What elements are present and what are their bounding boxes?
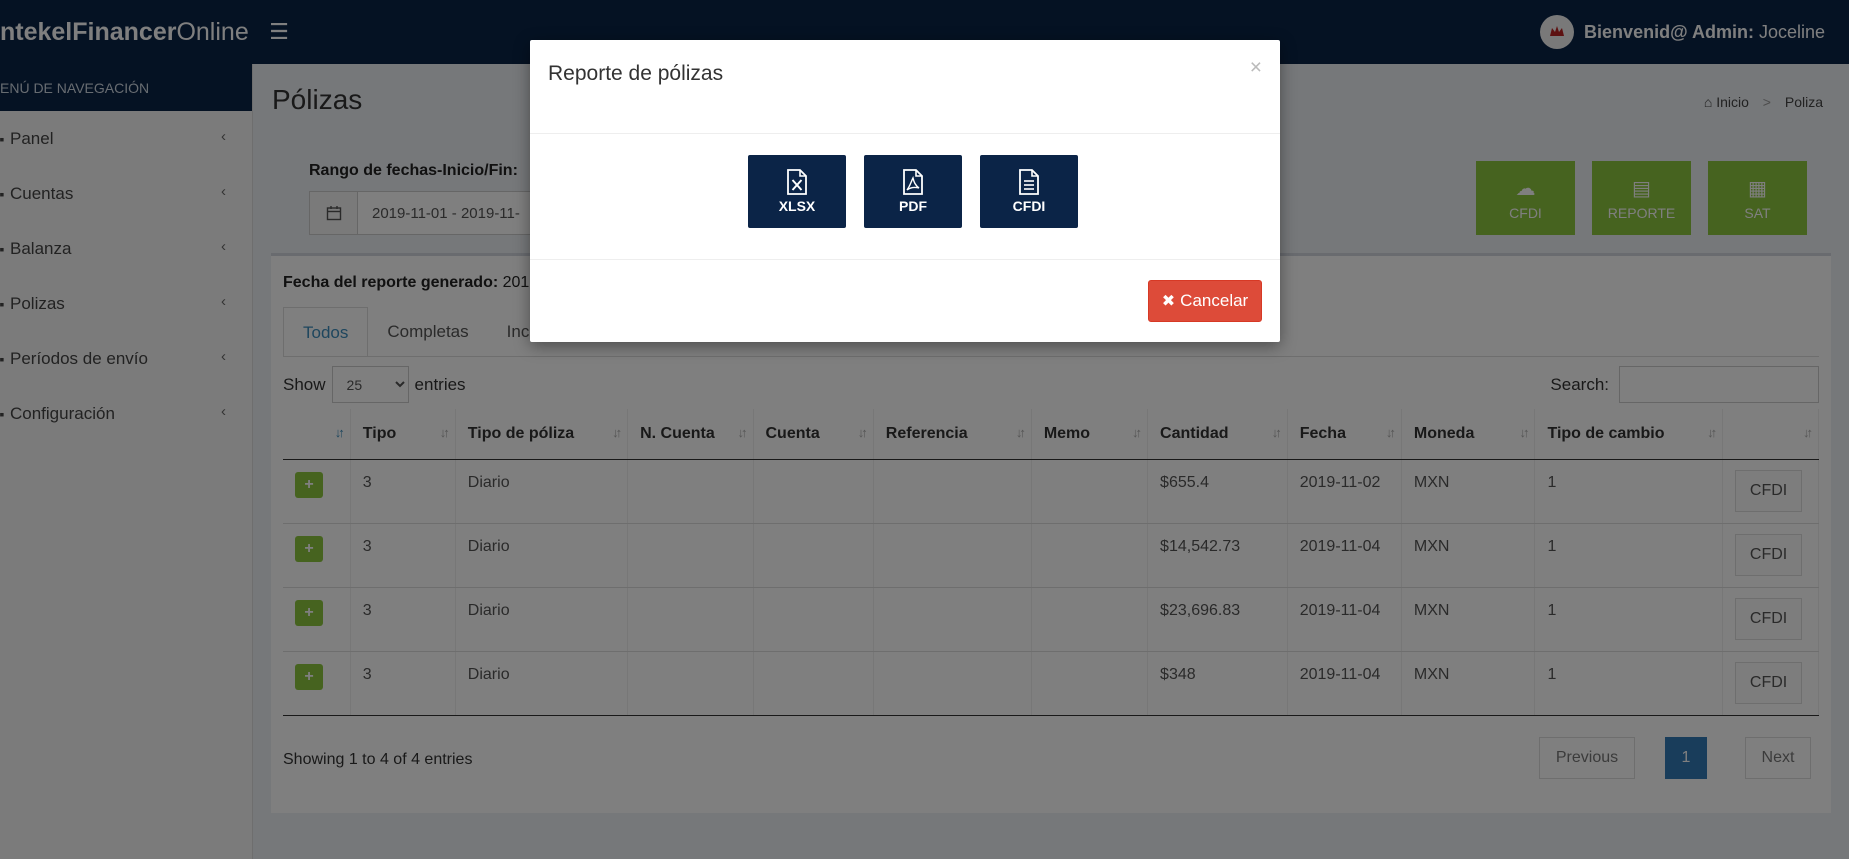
modal-header: Reporte de pólizas × [530, 40, 1280, 134]
modal-body: XLSX PDF CFDI [530, 134, 1280, 260]
export-pdf-button[interactable]: PDF [864, 155, 962, 228]
export-cfdi-button[interactable]: CFDI [980, 155, 1078, 228]
export-xlsx-label: XLSX [778, 198, 816, 214]
close-x-icon: ✖ [1161, 293, 1176, 310]
modal-footer: ✖ Cancelar [530, 260, 1280, 342]
cancel-button[interactable]: ✖ Cancelar [1148, 280, 1262, 322]
cancel-label: Cancelar [1180, 291, 1249, 310]
report-modal: Reporte de pólizas × XLSX PDF CFDI ✖ Can… [530, 40, 1280, 342]
file-text-icon [1019, 169, 1039, 195]
file-pdf-icon [903, 169, 923, 195]
close-icon[interactable]: × [1250, 56, 1262, 80]
export-cfdi-label: CFDI [1012, 198, 1046, 214]
modal-title: Reporte de pólizas [548, 62, 724, 85]
export-pdf-label: PDF [899, 198, 927, 214]
file-excel-icon [787, 169, 807, 195]
export-xlsx-button[interactable]: XLSX [748, 155, 846, 228]
